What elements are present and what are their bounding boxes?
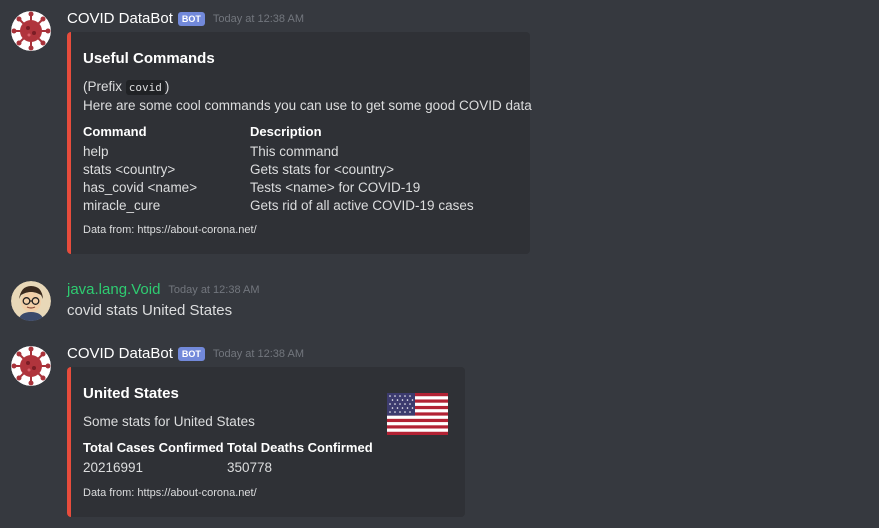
- embed-footer: Data from: https://about-corona.net/: [83, 224, 257, 236]
- command-value: has_covid <name>: [83, 180, 198, 195]
- field-name-cases: Total Cases Confirmed: [83, 440, 224, 455]
- user-avatar[interactable]: [11, 281, 51, 321]
- description-value: This command: [250, 144, 339, 159]
- embed-title: Useful Commands: [83, 50, 215, 67]
- command-value: help: [83, 144, 109, 159]
- timestamp[interactable]: Today at 12:38 AM: [213, 348, 304, 360]
- embed: Useful Commands (Prefix covid) Here are …: [67, 32, 532, 254]
- message-header: COVID DataBot BOT Today at 12:38 AM: [67, 10, 304, 27]
- field-name-deaths: Total Deaths Confirmed: [227, 440, 373, 455]
- command-value: stats <country>: [83, 162, 176, 177]
- embed-description: Some stats for United States: [83, 414, 255, 429]
- embed-title: United States: [83, 385, 179, 402]
- timestamp[interactable]: Today at 12:38 AM: [168, 284, 259, 296]
- message-content: covid stats United States: [67, 302, 233, 319]
- description-value: Gets rid of all active COVID-19 cases: [250, 198, 474, 213]
- field-value-cases: 20216991: [83, 460, 144, 475]
- message-header: java.lang.Void Today at 12:38 AM: [67, 281, 260, 298]
- username[interactable]: COVID DataBot: [67, 10, 173, 27]
- us-flag-icon[interactable]: [387, 393, 448, 435]
- description-value: Gets stats for <country>: [250, 162, 395, 177]
- embed: United States Some stats for United Stat…: [67, 367, 465, 517]
- message-header: COVID DataBot BOT Today at 12:38 AM: [67, 345, 304, 362]
- covid-bot-avatar[interactable]: [11, 11, 51, 51]
- bot-tag: BOT: [177, 346, 205, 361]
- embed-description: Here are some cool commands you can use …: [83, 98, 532, 113]
- field-name-description: Description: [250, 124, 322, 139]
- timestamp[interactable]: Today at 12:38 AM: [213, 13, 304, 25]
- embed-footer: Data from: https://about-corona.net/: [83, 487, 257, 499]
- embed-prefix-line: (Prefix covid): [83, 79, 170, 95]
- field-value-deaths: 350778: [227, 460, 273, 475]
- covid-bot-avatar[interactable]: [11, 346, 51, 386]
- description-value: Tests <name> for COVID-19: [250, 180, 421, 195]
- bot-tag: BOT: [177, 11, 205, 26]
- username[interactable]: COVID DataBot: [67, 345, 173, 362]
- prefix-code: covid: [125, 80, 165, 95]
- field-name-command: Command: [83, 124, 147, 139]
- command-value: miracle_cure: [83, 198, 161, 213]
- username[interactable]: java.lang.Void: [67, 281, 160, 298]
